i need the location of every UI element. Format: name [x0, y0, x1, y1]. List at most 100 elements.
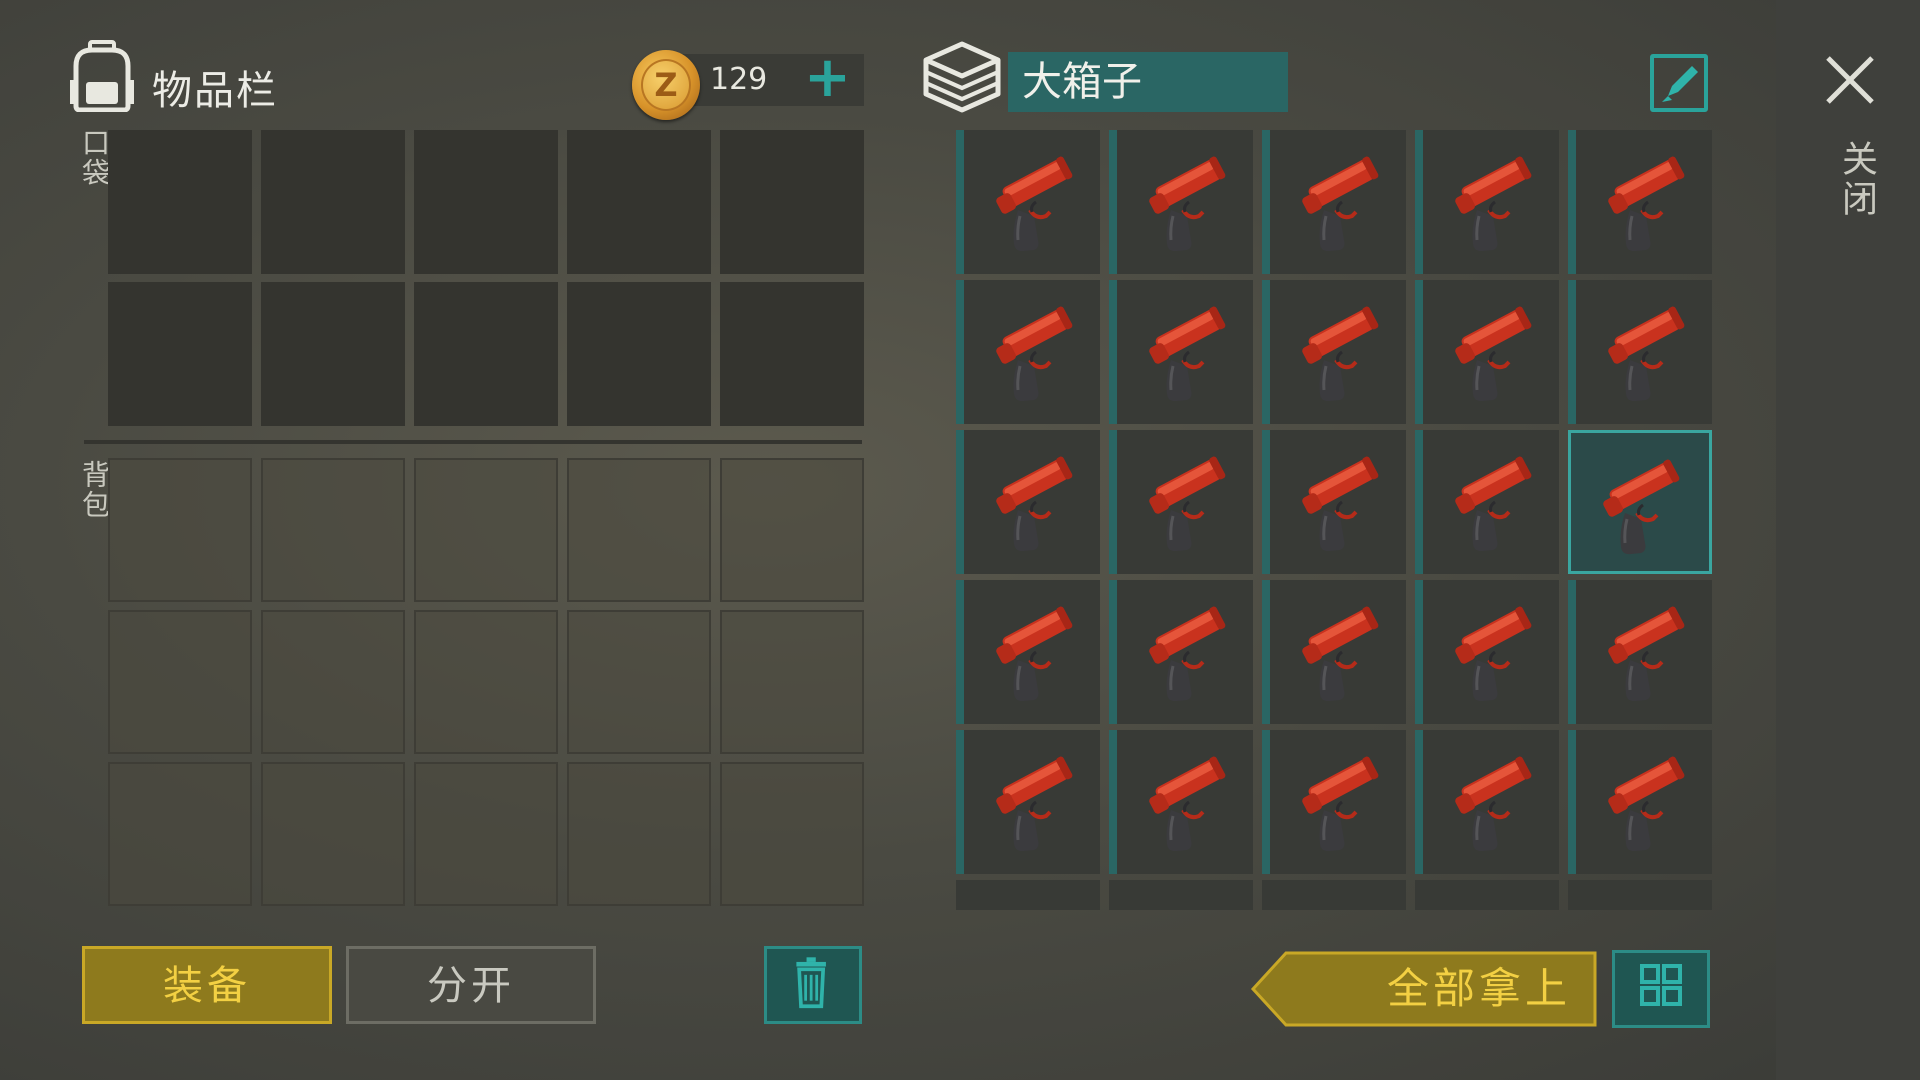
coin-balance: Z 129 + [632, 48, 864, 120]
chest-slot[interactable] [1109, 280, 1253, 424]
pocket-slot[interactable] [720, 130, 864, 274]
equip-button[interactable]: 装备 [82, 946, 332, 1024]
chest-slot[interactable] [1262, 580, 1406, 724]
flare-gun-icon [1608, 156, 1685, 252]
split-button[interactable]: 分开 [346, 946, 596, 1024]
flare-gun-icon [996, 756, 1073, 852]
backpack-slot[interactable] [720, 762, 864, 906]
edit-icon [1662, 66, 1698, 102]
add-coins-button[interactable]: + [804, 48, 851, 108]
grid-sort-icon [1640, 964, 1682, 1006]
take-all-button[interactable]: 全部拿上 [1250, 950, 1598, 1028]
flare-gun-icon [1149, 756, 1226, 852]
flare-gun-icon [1302, 156, 1379, 252]
chest-slot[interactable] [1109, 730, 1253, 874]
flare-gun-icon [1455, 156, 1532, 252]
flare-gun-icon [996, 306, 1073, 402]
flare-gun-icon [1455, 756, 1532, 852]
chest-icon [923, 41, 1001, 113]
chest-slot-partial[interactable] [956, 880, 1100, 910]
chest-slot[interactable] [1415, 280, 1559, 424]
flare-gun-icon [1455, 456, 1532, 552]
chest-slot[interactable] [956, 430, 1100, 574]
close-icon[interactable] [1822, 52, 1878, 108]
pocket-slot[interactable] [567, 282, 711, 426]
chest-slot[interactable] [1568, 730, 1712, 874]
pocket-slot[interactable] [261, 282, 405, 426]
backpack-slot[interactable] [261, 762, 405, 906]
inventory-title: 物品栏 [152, 68, 278, 114]
backpack-slot[interactable] [567, 458, 711, 602]
flare-gun-icon [1302, 756, 1379, 852]
backpack-slot[interactable] [108, 610, 252, 754]
pocket-slot[interactable] [567, 130, 711, 274]
chest-slot[interactable] [1415, 430, 1559, 574]
trash-icon [796, 957, 826, 1009]
flare-gun-icon [1608, 606, 1685, 702]
flare-gun-icon [996, 156, 1073, 252]
backpack-icon [70, 40, 134, 112]
flare-gun-icon [1149, 156, 1226, 252]
section-divider [84, 440, 862, 444]
chest-slot[interactable] [956, 130, 1100, 274]
flare-gun-icon [996, 606, 1073, 702]
chest-slot-selected[interactable] [1568, 430, 1712, 574]
chest-slot[interactable] [1262, 280, 1406, 424]
chest-name: 大箱子 [1008, 52, 1288, 112]
chest-slot[interactable] [1415, 730, 1559, 874]
chest-slot[interactable] [1568, 130, 1712, 274]
chest-slot[interactable] [1415, 580, 1559, 724]
chest-slot-partial[interactable] [1568, 880, 1712, 910]
coin-icon: Z [632, 50, 700, 120]
chest-slot[interactable] [956, 580, 1100, 724]
pocket-slot[interactable] [414, 282, 558, 426]
pocket-slot[interactable] [720, 282, 864, 426]
pocket-slot[interactable] [108, 282, 252, 426]
chest-slot[interactable] [1568, 280, 1712, 424]
flare-gun-icon [1608, 756, 1685, 852]
backpack-slot[interactable] [261, 458, 405, 602]
backpack-slot[interactable] [567, 610, 711, 754]
flare-gun-icon [1302, 606, 1379, 702]
backpack-slot[interactable] [261, 610, 405, 754]
chest-slot[interactable] [1262, 730, 1406, 874]
flare-gun-icon [1149, 306, 1226, 402]
chest-slot[interactable] [956, 730, 1100, 874]
chest-slot[interactable] [1109, 130, 1253, 274]
flare-gun-icon [1455, 606, 1532, 702]
chest-slot-partial[interactable] [1415, 880, 1559, 910]
pocket-slot[interactable] [414, 130, 558, 274]
pocket-slot[interactable] [261, 130, 405, 274]
chest-slot[interactable] [1109, 580, 1253, 724]
rename-chest-button[interactable] [1650, 54, 1708, 112]
backpack-slot[interactable] [108, 458, 252, 602]
chest-slot[interactable] [1568, 580, 1712, 724]
close-label[interactable]: 关闭 [1830, 140, 1882, 220]
flare-gun-icon [1603, 459, 1680, 555]
backpack-slot[interactable] [720, 458, 864, 602]
chest-slot[interactable] [1109, 430, 1253, 574]
flare-gun-icon [1149, 606, 1226, 702]
backpack-slot[interactable] [414, 458, 558, 602]
flare-gun-icon [1302, 306, 1379, 402]
chest-slot-partial[interactable] [1109, 880, 1253, 910]
sort-button[interactable] [1612, 950, 1710, 1028]
backpack-slot[interactable] [414, 610, 558, 754]
coin-count: 129 [710, 62, 768, 97]
flare-gun-icon [1149, 456, 1226, 552]
chest-slot-partial[interactable] [1262, 880, 1406, 910]
backpack-slot[interactable] [567, 762, 711, 906]
flare-gun-icon [1455, 306, 1532, 402]
take-all-label: 全部拿上 [1386, 964, 1571, 1013]
chest-slot[interactable] [1415, 130, 1559, 274]
flare-gun-icon [1302, 456, 1379, 552]
pocket-slot[interactable] [108, 130, 252, 274]
backpack-slot[interactable] [720, 610, 864, 754]
chest-slot[interactable] [1262, 130, 1406, 274]
backpack-slot[interactable] [414, 762, 558, 906]
chest-slot[interactable] [956, 280, 1100, 424]
trash-button[interactable] [764, 946, 862, 1024]
backpack-slot[interactable] [108, 762, 252, 906]
chest-slot[interactable] [1262, 430, 1406, 574]
flare-gun-icon [996, 456, 1073, 552]
